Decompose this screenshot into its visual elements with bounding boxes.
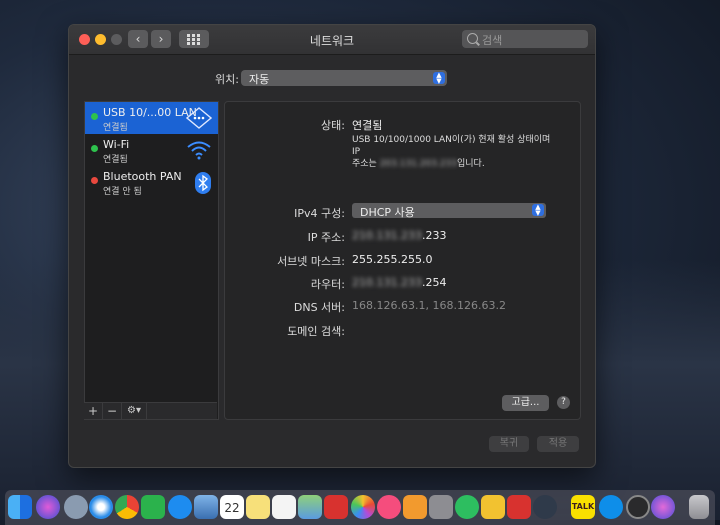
remove-service-button[interactable]: − bbox=[103, 403, 122, 419]
teamviewer-icon[interactable] bbox=[599, 495, 623, 519]
maps-icon[interactable] bbox=[298, 495, 322, 519]
blog-icon[interactable] bbox=[481, 495, 505, 519]
siri-icon[interactable] bbox=[36, 495, 60, 519]
preview-icon[interactable] bbox=[194, 495, 218, 519]
status-dot-green bbox=[91, 145, 98, 152]
description-line-1: USB 10/100/1000 LAN이(가) 현재 활성 상태이며 IP bbox=[352, 135, 551, 157]
description-prefix: 주소는 bbox=[352, 159, 380, 169]
service-status: 연결됨 bbox=[103, 155, 128, 165]
safari-icon[interactable] bbox=[89, 495, 113, 519]
chrome-icon[interactable] bbox=[115, 495, 139, 519]
ipv4-config-label: IPv4 구성: bbox=[294, 207, 345, 220]
service-item-wifi[interactable]: Wi-Fi 연결됨 bbox=[85, 134, 218, 166]
ipv4-config-select[interactable]: DHCP 사용 ▲ ▼ bbox=[352, 203, 546, 219]
status-dot-red bbox=[91, 177, 98, 184]
redacted-ip: 210.131.233 bbox=[352, 276, 422, 289]
service-list-toolbar: + − ⚙▾ bbox=[84, 402, 217, 419]
finder-icon[interactable] bbox=[8, 495, 32, 519]
launchpad-icon[interactable] bbox=[64, 495, 88, 519]
subnet-mask-label: 서브넷 마스크: bbox=[277, 255, 345, 268]
status-value: 연결됨 bbox=[352, 119, 383, 132]
location-select[interactable]: 자동 ▲ ▼ bbox=[241, 70, 447, 86]
service-name: Wi-Fi bbox=[103, 138, 130, 151]
service-item-usb-lan[interactable]: USB 10/...00 LAN 연결됨 bbox=[85, 102, 218, 134]
router-value: 210.131.233.254 bbox=[352, 276, 446, 289]
location-value: 자동 bbox=[249, 73, 270, 86]
location-label: 위치: bbox=[215, 73, 239, 86]
ip-address-value: 210.131.233.233 bbox=[352, 229, 446, 242]
itunes-icon[interactable] bbox=[377, 495, 401, 519]
search-field[interactable]: 검색 bbox=[462, 30, 588, 48]
search-domains-label: 도메인 검색: bbox=[287, 325, 345, 338]
siri-icon[interactable] bbox=[651, 495, 675, 519]
evernote-icon[interactable] bbox=[455, 495, 479, 519]
photos-icon[interactable] bbox=[351, 495, 375, 519]
service-status: 연결 안 됨 bbox=[103, 187, 142, 197]
network-preferences-window: ‹ › 네트워크 검색 위치: 자동 ▲ ▼ USB 10/...00 LAN 연… bbox=[68, 24, 596, 468]
status-description: USB 10/100/1000 LAN이(가) 현재 활성 상태이며 IP 주소… bbox=[352, 134, 552, 170]
bear-icon[interactable] bbox=[507, 495, 531, 519]
dock: 22 TALK bbox=[5, 490, 715, 525]
service-item-bluetooth-pan[interactable]: Bluetooth PAN 연결 안 됨 bbox=[85, 166, 218, 198]
screenshot-icon[interactable] bbox=[626, 495, 650, 519]
photo-booth-icon[interactable] bbox=[324, 495, 348, 519]
gear-menu-button[interactable]: ⚙▾ bbox=[122, 403, 147, 419]
ip-visible-part: .233 bbox=[421, 229, 447, 242]
bluetooth-icon bbox=[194, 171, 212, 199]
search-icon bbox=[467, 33, 478, 44]
service-name: Bluetooth PAN bbox=[103, 170, 182, 183]
wifi-icon bbox=[186, 139, 212, 165]
service-list[interactable]: USB 10/...00 LAN 연결됨 Wi-Fi 연결됨 Bluetooth… bbox=[84, 101, 219, 420]
ipv4-config-value: DHCP 사용 bbox=[360, 206, 415, 219]
app-store-icon[interactable] bbox=[168, 495, 192, 519]
redacted-ip: 203.131.203.233 bbox=[379, 159, 457, 169]
kakaotalk-icon[interactable]: TALK bbox=[571, 495, 595, 519]
service-detail-panel: 상태: 연결됨 USB 10/100/1000 LAN이(가) 현재 활성 상태… bbox=[224, 101, 581, 420]
description-suffix: 입니다. bbox=[457, 159, 485, 169]
calendar-icon[interactable]: 22 bbox=[220, 495, 244, 519]
notes-icon[interactable] bbox=[246, 495, 270, 519]
updown-arrows-icon: ▲ ▼ bbox=[433, 72, 445, 85]
ip-address-label: IP 주소: bbox=[307, 231, 345, 244]
title-bar: ‹ › 네트워크 검색 bbox=[69, 25, 595, 55]
reminders-icon[interactable] bbox=[272, 495, 296, 519]
ibooks-icon[interactable] bbox=[403, 495, 427, 519]
trash-icon[interactable] bbox=[689, 495, 709, 519]
service-name: USB 10/...00 LAN bbox=[103, 106, 197, 119]
service-status: 연결됨 bbox=[103, 123, 128, 133]
status-label: 상태: bbox=[321, 119, 345, 132]
system-preferences-icon[interactable] bbox=[429, 495, 453, 519]
dns-server-value: 168.126.63.1, 168.126.63.2 bbox=[352, 299, 506, 312]
help-button[interactable]: ? bbox=[557, 396, 570, 409]
advanced-button[interactable]: 고급... bbox=[502, 395, 549, 411]
ethernet-icon bbox=[185, 107, 213, 133]
updown-arrows-icon: ▲ ▼ bbox=[532, 204, 544, 217]
quicktime-icon[interactable] bbox=[533, 495, 557, 519]
router-visible-part: .254 bbox=[421, 276, 447, 289]
dns-server-label: DNS 서버: bbox=[293, 301, 345, 314]
router-label: 라우터: bbox=[310, 278, 345, 291]
apply-button[interactable]: 적용 bbox=[537, 436, 579, 452]
search-placeholder: 검색 bbox=[482, 34, 503, 47]
add-service-button[interactable]: + bbox=[84, 403, 103, 419]
feedly-icon[interactable] bbox=[141, 495, 165, 519]
revert-button[interactable]: 복귀 bbox=[489, 436, 529, 452]
subnet-mask-value: 255.255.255.0 bbox=[352, 253, 433, 266]
status-dot-green bbox=[91, 113, 98, 120]
redacted-ip: 210.131.233 bbox=[352, 229, 422, 242]
